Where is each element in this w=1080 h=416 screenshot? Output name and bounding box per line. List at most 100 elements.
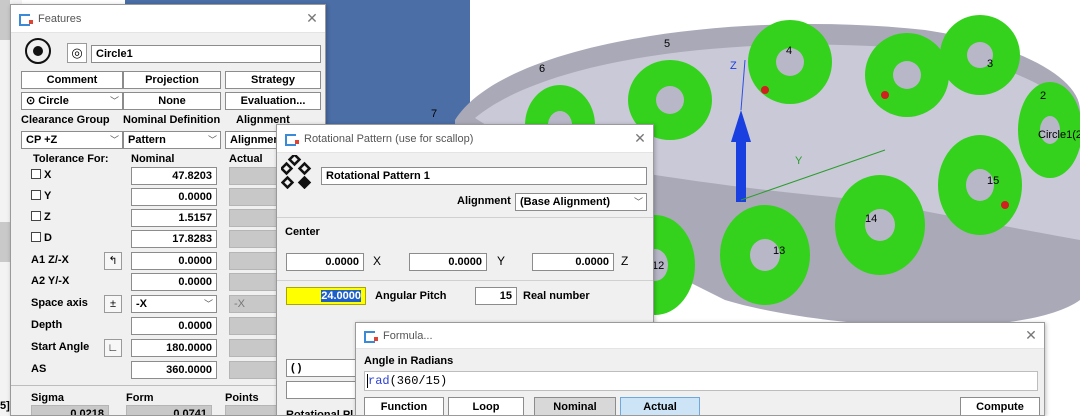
feature-name-field[interactable]: Circle1 — [91, 45, 321, 63]
space-axis-dropdown[interactable]: -X ﹀ — [131, 295, 217, 313]
center-x-field[interactable]: 0.0000 — [286, 253, 364, 271]
divider — [277, 280, 653, 281]
empty-field[interactable] — [286, 381, 356, 399]
features-titlebar: Features ✕ — [11, 5, 325, 33]
hole-label: 2 — [1040, 90, 1047, 102]
circle-feature-icon — [25, 38, 51, 64]
chevron-down-icon: ﹀ — [633, 197, 643, 207]
rotational-title: Rotational Pattern (use for scallop) — [304, 132, 474, 145]
hole-label: 5 — [664, 38, 671, 50]
features-title: Features — [38, 12, 82, 25]
axis-y-label: Y — [795, 155, 803, 167]
nominal-d-field[interactable]: 17.8283 — [131, 230, 217, 248]
projection-value[interactable]: None — [123, 92, 221, 110]
clearance-group-header: Clearance Group — [21, 114, 110, 126]
paren-field[interactable]: ( ) — [286, 359, 356, 377]
app-icon — [285, 133, 299, 146]
alignment-dropdown[interactable]: (Base Alignment) ﹀ — [515, 193, 647, 211]
circle-type-icon[interactable]: ◎ — [67, 43, 87, 63]
axis-z-label: Z — [730, 60, 737, 72]
row-label-a2: A2 Y/-X — [31, 275, 70, 287]
nominal-definition-header: Nominal Definition — [123, 114, 221, 126]
plus-minus-icon[interactable]: ± — [104, 295, 122, 313]
rotational-bottom-label: Rotational Pl — [286, 409, 354, 416]
count-field[interactable]: 15 — [475, 287, 517, 305]
center-label: Center — [285, 226, 320, 238]
row-label-y[interactable]: Y — [31, 188, 51, 204]
left-number: 5] — [0, 400, 10, 412]
formula-dialog: Formula... ✕ Angle in Radians rad(360/15… — [355, 322, 1045, 416]
alignment-label: Alignment — [457, 195, 511, 207]
formula-titlebar: Formula... ✕ — [356, 323, 1044, 349]
row-label-a1: A1 Z/-X — [31, 254, 69, 266]
nominal-y-field[interactable]: 0.0000 — [131, 188, 217, 206]
row-label-as: AS — [31, 363, 47, 375]
row-label-z[interactable]: Z — [31, 209, 51, 225]
close-icon[interactable]: ✕ — [299, 10, 325, 27]
chevron-down-icon: ﹀ — [109, 96, 119, 106]
form-label: Form — [126, 392, 154, 404]
nominal-as-field[interactable]: 360.0000 — [131, 361, 217, 379]
nominal-button[interactable]: Nominal — [534, 397, 616, 415]
hole-label: 15 — [987, 175, 1000, 187]
center-y-field[interactable]: 0.0000 — [409, 253, 487, 271]
rotational-pattern-icon — [281, 155, 312, 189]
checkbox[interactable] — [31, 232, 41, 242]
app-icon — [364, 330, 378, 343]
angular-pitch-label: Angular Pitch — [375, 290, 447, 302]
nominal-a2-field[interactable]: 0.0000 — [131, 273, 217, 291]
feature-type-dropdown[interactable]: ⊙ Circle ﹀ — [21, 92, 123, 110]
x-label: X — [373, 254, 382, 268]
angle-icon[interactable]: ∟ — [104, 339, 122, 357]
close-icon[interactable]: ✕ — [627, 130, 653, 147]
checkbox[interactable] — [31, 190, 41, 200]
checkbox[interactable] — [31, 169, 41, 179]
hole-label: 13 — [773, 245, 786, 257]
angular-pitch-field[interactable]: 24.0000 — [286, 287, 366, 305]
nominal-definition-dropdown[interactable]: Pattern ﹀ — [123, 131, 221, 149]
compute-button[interactable]: Compute — [960, 397, 1040, 415]
strategy-value[interactable]: Evaluation... — [225, 92, 321, 110]
nominal-x-field[interactable]: 47.8203 — [131, 167, 217, 185]
comment-button[interactable]: Comment — [21, 71, 123, 89]
row-label-x[interactable]: X — [31, 167, 51, 183]
tolerance-for-header: Tolerance For: — [33, 153, 109, 165]
center-z-field[interactable]: 0.0000 — [532, 253, 614, 271]
strategy-button[interactable]: Strategy — [225, 71, 321, 89]
chevron-down-icon: ﹀ — [207, 135, 217, 145]
loop-button[interactable]: Loop — [448, 397, 524, 415]
nominal-depth-field[interactable]: 0.0000 — [131, 317, 217, 335]
clearance-dropdown[interactable]: CP +Z ﹀ — [21, 131, 123, 149]
chevron-down-icon: ﹀ — [109, 135, 119, 145]
nominal-a1-field[interactable]: 0.0000 — [131, 252, 217, 270]
strip-bar — [0, 0, 10, 40]
hole-label: 7 — [431, 108, 438, 120]
form-value: 0.0741 — [126, 405, 212, 415]
hole-label: 14 — [865, 213, 878, 225]
z-label: Z — [621, 254, 629, 268]
angle-picker-icon[interactable]: ↰ — [104, 252, 122, 270]
hole-label: 4 — [786, 45, 793, 57]
real-number-label: Real number — [523, 290, 590, 302]
pattern-name-field[interactable]: Rotational Pattern 1 — [321, 167, 647, 185]
row-label-d[interactable]: D — [31, 230, 52, 246]
row-label-start-angle: Start Angle — [31, 341, 90, 353]
divider — [277, 217, 653, 218]
sigma-label: Sigma — [31, 392, 65, 404]
points-label: Points — [225, 392, 259, 404]
row-label-space-axis: Space axis — [31, 297, 88, 309]
circle-label: Circle1(2 — [1038, 129, 1080, 141]
formula-input[interactable]: rad(360/15) — [364, 371, 1038, 391]
nominal-start-angle-field[interactable]: 180.0000 — [131, 339, 217, 357]
actual-button[interactable]: Actual — [620, 397, 700, 415]
y-label: Y — [497, 254, 506, 268]
chevron-down-icon: ﹀ — [203, 299, 213, 309]
hole-label: 3 — [987, 58, 994, 70]
function-button[interactable]: Function — [364, 397, 444, 415]
checkbox[interactable] — [31, 211, 41, 221]
projection-button[interactable]: Projection — [123, 71, 221, 89]
close-icon[interactable]: ✕ — [1018, 327, 1044, 344]
formula-title: Formula... — [383, 329, 433, 342]
nominal-z-field[interactable]: 1.5157 — [131, 209, 217, 227]
strip-bar — [0, 222, 10, 262]
